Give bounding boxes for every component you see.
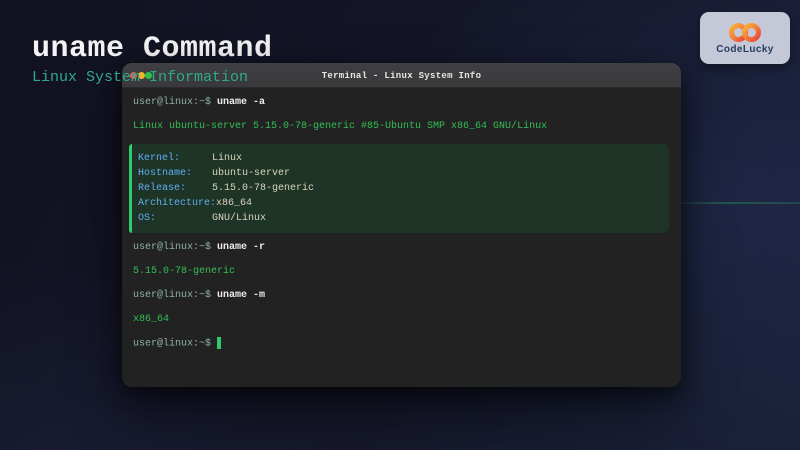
- shell-prompt: user@linux:~$: [133, 339, 211, 350]
- page-subtitle: Linux System Information: [32, 69, 248, 86]
- system-info-box: Kernel:Linux Hostname:ubuntu-server Rele…: [129, 144, 669, 233]
- info-label: Kernel:: [138, 151, 212, 166]
- info-row-hostname: Hostname:ubuntu-server: [138, 166, 669, 181]
- brand-name: CodeLucky: [716, 44, 774, 55]
- info-value: 5.15.0-78-generic: [212, 183, 314, 194]
- info-label: Hostname:: [138, 166, 212, 181]
- info-label: Release:: [138, 181, 212, 196]
- info-value: GNU/Linux: [212, 213, 266, 224]
- decorative-divider-line: [679, 202, 800, 204]
- codelucky-infinity-icon: [726, 22, 764, 43]
- info-label: Architecture:: [138, 196, 216, 211]
- terminal-prompt-line: user@linux:~$: [133, 337, 669, 351]
- terminal-prompt-line: user@linux:~$ uname -r: [133, 241, 669, 255]
- terminal-output-line: 5.15.0-78-generic: [133, 265, 669, 279]
- info-row-kernel: Kernel:Linux: [138, 151, 669, 166]
- shell-command: uname -r: [217, 242, 265, 253]
- info-label: OS:: [138, 211, 212, 226]
- shell-command: uname -a: [217, 97, 265, 108]
- shell-command: uname -m: [217, 290, 265, 301]
- terminal-prompt-line: user@linux:~$ uname -m: [133, 289, 669, 303]
- brand-card: CodeLucky: [700, 12, 790, 64]
- info-value: x86_64: [216, 198, 252, 209]
- shell-prompt: user@linux:~$: [133, 290, 211, 301]
- terminal-output-line: Linux ubuntu-server 5.15.0-78-generic #8…: [133, 120, 669, 134]
- text-cursor: [217, 337, 221, 349]
- info-row-architecture: Architecture:x86_64: [138, 196, 669, 211]
- shell-prompt: user@linux:~$: [133, 242, 211, 253]
- info-value: ubuntu-server: [212, 168, 290, 179]
- info-row-os: OS:GNU/Linux: [138, 211, 669, 226]
- info-row-release: Release:5.15.0-78-generic: [138, 181, 669, 196]
- terminal-output-line: x86_64: [133, 313, 669, 327]
- shell-prompt: user@linux:~$: [133, 97, 211, 108]
- terminal-prompt-line: user@linux:~$ uname -a: [133, 96, 669, 110]
- terminal-window: Terminal - Linux System Info user@linux:…: [122, 63, 681, 387]
- info-value: Linux: [212, 153, 242, 164]
- page-title: uname Command: [32, 32, 273, 66]
- terminal-body[interactable]: user@linux:~$ uname -a Linux ubuntu-serve…: [122, 88, 681, 351]
